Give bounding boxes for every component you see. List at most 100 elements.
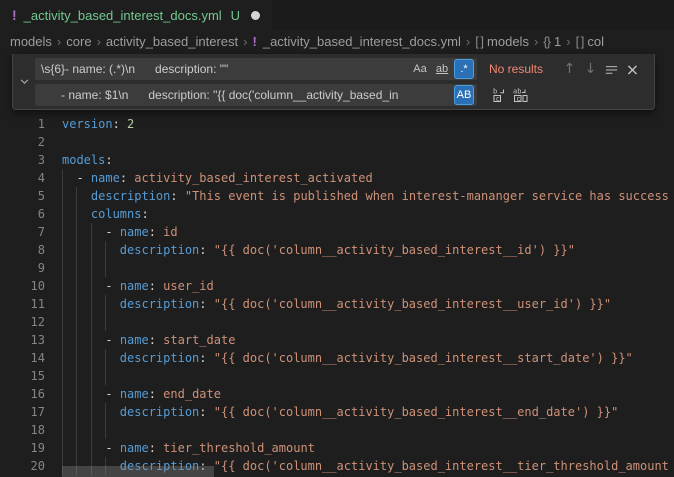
code-line[interactable]: 2 — [0, 133, 674, 151]
breadcrumb-item[interactable]: _activity_based_interest_docs.yml — [263, 34, 461, 49]
indent-guide — [91, 367, 92, 385]
find-row: \s{6}- name: (.*)\n description: "" Aa a… — [35, 58, 650, 80]
indent-guide — [76, 295, 77, 313]
code-line[interactable]: 16 - name: end_date — [0, 385, 674, 403]
replace-all-button[interactable]: abc — [510, 85, 531, 106]
code-line[interactable]: 9 — [0, 259, 674, 277]
code-line[interactable]: 7 - name: id — [0, 223, 674, 241]
breadcrumb-item[interactable]: activity_based_interest — [106, 34, 238, 49]
vscode-window: ! _activity_based_interest_docs.yml U mo… — [0, 0, 674, 477]
line-content — [62, 133, 674, 151]
code-line[interactable]: 11 description: "{{ doc('column__activit… — [0, 295, 674, 313]
line-number: 11 — [0, 295, 62, 313]
indent-guide — [62, 259, 63, 277]
match-case-toggle[interactable]: Aa — [410, 59, 430, 79]
svg-text:c: c — [516, 95, 520, 103]
code-line[interactable]: 1version: 2 — [0, 115, 674, 133]
line-number: 8 — [0, 241, 62, 259]
indent-guide — [76, 277, 77, 295]
code-line[interactable]: 18 — [0, 421, 674, 439]
indent-guide — [105, 349, 106, 367]
indent-guide — [91, 385, 92, 403]
indent-guide — [76, 349, 77, 367]
yaml-file-icon: ! — [253, 34, 257, 49]
indent-guide — [91, 421, 92, 439]
line-content: - name: start_date — [62, 331, 674, 349]
indent-guide — [105, 313, 106, 331]
code-line[interactable]: 5 description: "This event is published … — [0, 187, 674, 205]
breadcrumb-item[interactable]: col — [587, 34, 604, 49]
indent-guide — [105, 403, 106, 421]
line-number: 10 — [0, 277, 62, 295]
line-content: description: "{{ doc('column__activity_b… — [62, 403, 674, 421]
selection-icon — [604, 62, 619, 77]
indent-guide — [76, 331, 77, 349]
code-line[interactable]: 17 description: "{{ doc('column__activit… — [0, 403, 674, 421]
git-status-badge: U — [231, 8, 240, 23]
code-line[interactable]: 19 - name: tier_threshold_amount — [0, 439, 674, 457]
breadcrumb-item[interactable]: models — [10, 34, 52, 49]
breadcrumb-separator: › — [57, 34, 61, 49]
previous-match-button[interactable]: ↑ — [559, 59, 580, 80]
breadcrumb-item[interactable]: core — [66, 34, 91, 49]
whole-word-toggle[interactable]: ab — [432, 59, 452, 79]
line-content: - name: user_id — [62, 277, 674, 295]
breadcrumb-item[interactable]: models — [487, 34, 529, 49]
indent-guide — [62, 313, 63, 331]
code-line[interactable]: 6 columns: — [0, 205, 674, 223]
editor[interactable]: 1version: 223models:4 - name: activity_b… — [0, 115, 674, 477]
code-line[interactable]: 4 - name: activity_based_interest_activa… — [0, 169, 674, 187]
breadcrumb-separator: › — [97, 34, 101, 49]
indent-guide — [62, 187, 63, 205]
horizontal-scrollbar[interactable] — [62, 466, 214, 477]
line-content: - name: end_date — [62, 385, 674, 403]
close-find-button[interactable]: × — [622, 59, 643, 80]
indent-guide — [91, 403, 92, 421]
replace-value-text: - name: $1\n description: "{{ doc('colum… — [41, 88, 398, 102]
modified-dot-icon[interactable] — [251, 11, 260, 20]
line-number: 18 — [0, 421, 62, 439]
breadcrumb-separator: › — [534, 34, 538, 49]
line-content: - name: activity_based_interest_activate… — [62, 169, 674, 187]
next-match-button[interactable]: ↓ — [580, 59, 601, 80]
line-content — [62, 259, 674, 277]
code-line[interactable]: 12 — [0, 313, 674, 331]
code-line[interactable]: 10 - name: user_id — [0, 277, 674, 295]
replace-button[interactable]: bc — [489, 85, 510, 106]
array-symbol-icon: [ ] — [475, 34, 483, 49]
indent-guide — [76, 403, 77, 421]
indent-guide — [62, 331, 63, 349]
indent-guide — [91, 331, 92, 349]
preserve-case-toggle[interactable]: AB — [454, 85, 474, 105]
code-line[interactable]: 14 description: "{{ doc('column__activit… — [0, 349, 674, 367]
line-number: 13 — [0, 331, 62, 349]
find-widget: \s{6}- name: (.*)\n description: "" Aa a… — [12, 54, 655, 110]
indent-guide — [62, 349, 63, 367]
line-number: 3 — [0, 151, 62, 169]
indent-guide — [76, 385, 77, 403]
code-line[interactable]: 13 - name: start_date — [0, 331, 674, 349]
indent-guide — [76, 187, 77, 205]
find-input[interactable]: \s{6}- name: (.*)\n description: "" Aa a… — [35, 58, 477, 80]
regex-toggle[interactable]: .* — [454, 59, 474, 79]
breadcrumb-separator: › — [566, 34, 570, 49]
line-content: - name: tier_threshold_amount — [62, 439, 674, 457]
toggle-replace-button[interactable] — [13, 54, 35, 109]
find-results-status: No results — [489, 62, 555, 76]
line-number: 7 — [0, 223, 62, 241]
breadcrumb-item[interactable]: 1 — [554, 34, 561, 49]
replace-input[interactable]: - name: $1\n description: "{{ doc('colum… — [35, 84, 477, 106]
code-line[interactable]: 8 description: "{{ doc('column__activity… — [0, 241, 674, 259]
indent-guide — [62, 277, 63, 295]
indent-guide — [62, 295, 63, 313]
line-content: description: "This event is published wh… — [62, 187, 674, 205]
indent-guide — [62, 385, 63, 403]
tab-active-file[interactable]: ! _activity_based_interest_docs.yml U — [0, 0, 272, 30]
code-line[interactable]: 3models: — [0, 151, 674, 169]
line-number: 9 — [0, 259, 62, 277]
indent-guide — [76, 205, 77, 223]
line-number: 19 — [0, 439, 62, 457]
indent-guide — [91, 349, 92, 367]
code-line[interactable]: 15 — [0, 367, 674, 385]
find-in-selection-button[interactable] — [601, 59, 622, 80]
